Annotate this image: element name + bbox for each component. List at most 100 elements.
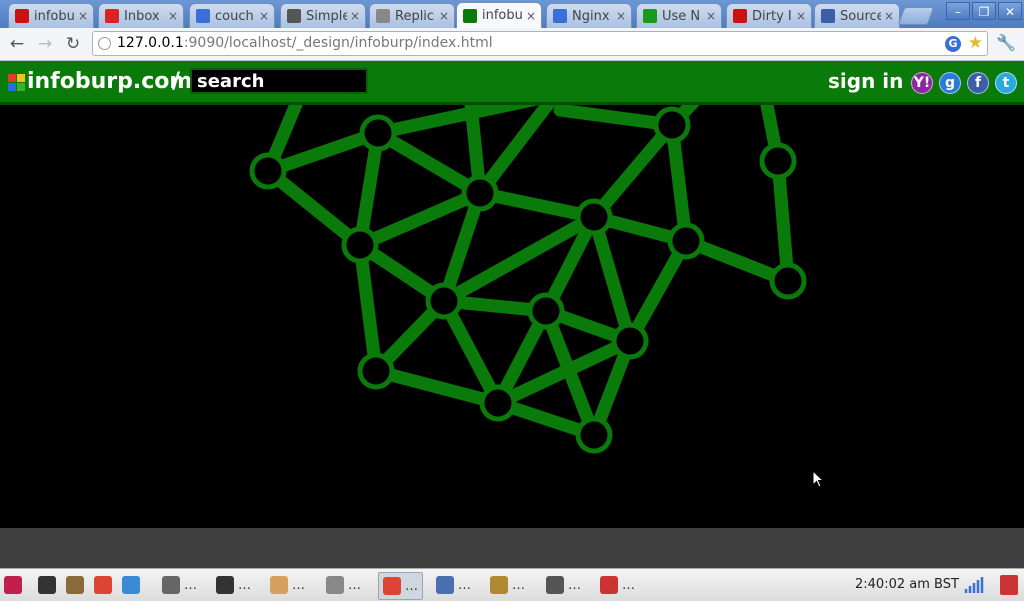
browser-tab[interactable]: Source × xyxy=(814,3,900,28)
browser-tab-strip: infobu × Inbox × couch × Simple × Replic × infobu ×… xyxy=(0,0,1024,28)
address-bar[interactable]: 127.0.0.1:9090/localhost/_design/infobur… xyxy=(92,31,988,56)
globe-icon xyxy=(376,9,390,23)
refresh-icon xyxy=(122,576,140,594)
taskbar-item-label: … xyxy=(405,578,418,594)
site-logo-text[interactable]: infoburp.com xyxy=(27,69,192,94)
graph-node[interactable] xyxy=(575,198,613,236)
taskbar-item[interactable]: … xyxy=(162,575,197,595)
tab-label: Source xyxy=(840,8,881,24)
taskbar-item[interactable]: … xyxy=(326,575,361,595)
close-tab-icon[interactable]: × xyxy=(258,9,270,23)
chrome-icon xyxy=(94,576,112,594)
browser-tab[interactable]: Inbox × xyxy=(98,3,184,28)
graph-node[interactable] xyxy=(759,142,797,180)
terminal-icon xyxy=(216,576,234,594)
taskbar-item[interactable] xyxy=(122,575,144,595)
new-tab-button[interactable] xyxy=(897,7,935,25)
page-info-icon[interactable] xyxy=(98,37,111,50)
close-tab-icon[interactable]: × xyxy=(167,9,179,23)
graph-node[interactable] xyxy=(611,322,649,360)
close-tab-icon[interactable]: × xyxy=(705,9,717,23)
youtube-icon xyxy=(733,9,747,23)
taskbar-item[interactable]: … xyxy=(216,575,251,595)
logout-icon[interactable] xyxy=(1000,575,1018,595)
taskbar-item[interactable] xyxy=(66,575,88,595)
browser-tab[interactable]: infobu × xyxy=(456,2,542,28)
taskbar-item[interactable]: … xyxy=(600,575,635,595)
taskbar-item[interactable]: … xyxy=(490,575,525,595)
restore-button[interactable]: ❐ xyxy=(972,2,996,20)
debian-icon xyxy=(4,576,22,594)
back-button[interactable]: ← xyxy=(6,33,28,55)
taskbar-item[interactable]: … xyxy=(378,572,423,600)
graph-node[interactable] xyxy=(357,352,395,390)
tab-label: Dirty I xyxy=(752,8,792,24)
wifi-icon[interactable] xyxy=(964,575,986,595)
bookmark-star-icon[interactable]: ★ xyxy=(968,33,983,53)
tab-label: Nginx xyxy=(572,8,610,24)
calculator-icon xyxy=(546,576,564,594)
taskbar-item-label: … xyxy=(292,577,305,593)
close-tab-icon[interactable]: × xyxy=(438,9,450,23)
taskbar-item[interactable]: … xyxy=(546,575,581,595)
taskbar-item[interactable] xyxy=(94,575,116,595)
yahoo-signin-icon[interactable]: Y! xyxy=(911,72,933,94)
package-icon xyxy=(270,576,288,594)
taskbar-item-label: … xyxy=(622,577,635,593)
taskbar-item-label: … xyxy=(238,577,251,593)
browser-tab[interactable]: Simple × xyxy=(280,3,366,28)
browser-tab[interactable]: Use N × xyxy=(636,3,722,28)
close-tab-icon[interactable]: × xyxy=(77,9,89,23)
taskbar-item[interactable] xyxy=(4,575,26,595)
wrench-menu-icon[interactable]: 🔧 xyxy=(996,33,1016,52)
taskbar-item[interactable] xyxy=(38,575,60,595)
browser-tab[interactable]: Replic × xyxy=(369,3,455,28)
paint-icon xyxy=(66,576,84,594)
graph-node[interactable] xyxy=(667,222,705,260)
graph-node[interactable] xyxy=(479,384,517,422)
record-icon xyxy=(15,9,29,23)
tab-label: Simple xyxy=(306,8,347,24)
search-input[interactable] xyxy=(190,68,368,94)
taskbar-item[interactable]: … xyxy=(270,575,305,595)
close-tab-icon[interactable]: × xyxy=(615,9,627,23)
close-tab-icon[interactable]: × xyxy=(525,9,537,23)
folder-icon xyxy=(436,576,454,594)
graph-node[interactable] xyxy=(653,106,691,144)
graph-node[interactable] xyxy=(527,292,565,330)
browser-tab[interactable]: Nginx × xyxy=(546,3,632,28)
google-search-icon[interactable]: G xyxy=(945,36,961,52)
mouse-cursor-icon xyxy=(812,470,824,488)
reload-button[interactable]: ↻ xyxy=(62,33,84,55)
graph-node[interactable] xyxy=(461,174,499,212)
close-tab-icon[interactable]: × xyxy=(883,9,895,23)
browser-tab[interactable]: infobu × xyxy=(8,3,94,28)
minimize-button[interactable]: – xyxy=(946,2,970,20)
close-tab-icon[interactable]: × xyxy=(795,9,807,23)
google-signin-icon[interactable]: g xyxy=(939,72,961,94)
graph-node[interactable] xyxy=(341,226,379,264)
graph-node[interactable] xyxy=(249,152,287,190)
graph-node[interactable] xyxy=(359,114,397,152)
tool-icon xyxy=(162,576,180,594)
google-icon xyxy=(553,9,567,23)
forward-button[interactable]: → xyxy=(34,33,56,55)
google-icon xyxy=(196,9,210,23)
browser-tab[interactable]: couch × xyxy=(189,3,275,28)
facebook-signin-icon[interactable]: f xyxy=(967,72,989,94)
graph-node[interactable] xyxy=(425,282,463,320)
graph-node[interactable] xyxy=(575,416,613,454)
taskbar-item[interactable]: … xyxy=(436,575,471,595)
terminal-icon xyxy=(38,576,56,594)
twitter-signin-icon[interactable]: t xyxy=(995,72,1017,94)
graph-edge xyxy=(587,210,637,348)
url-text[interactable]: 127.0.0.1:9090/localhost/_design/infobur… xyxy=(117,35,493,51)
node-graph[interactable] xyxy=(0,88,1024,528)
tab-label: infobu xyxy=(482,8,523,23)
close-tab-icon[interactable]: × xyxy=(349,9,361,23)
browser-tab[interactable]: Dirty I × xyxy=(726,3,812,28)
clock[interactable]: 2:40:02 am BST xyxy=(855,577,959,592)
graph-canvas[interactable] xyxy=(0,88,1024,528)
close-window-button[interactable]: ✕ xyxy=(998,2,1022,20)
graph-node[interactable] xyxy=(769,262,807,300)
